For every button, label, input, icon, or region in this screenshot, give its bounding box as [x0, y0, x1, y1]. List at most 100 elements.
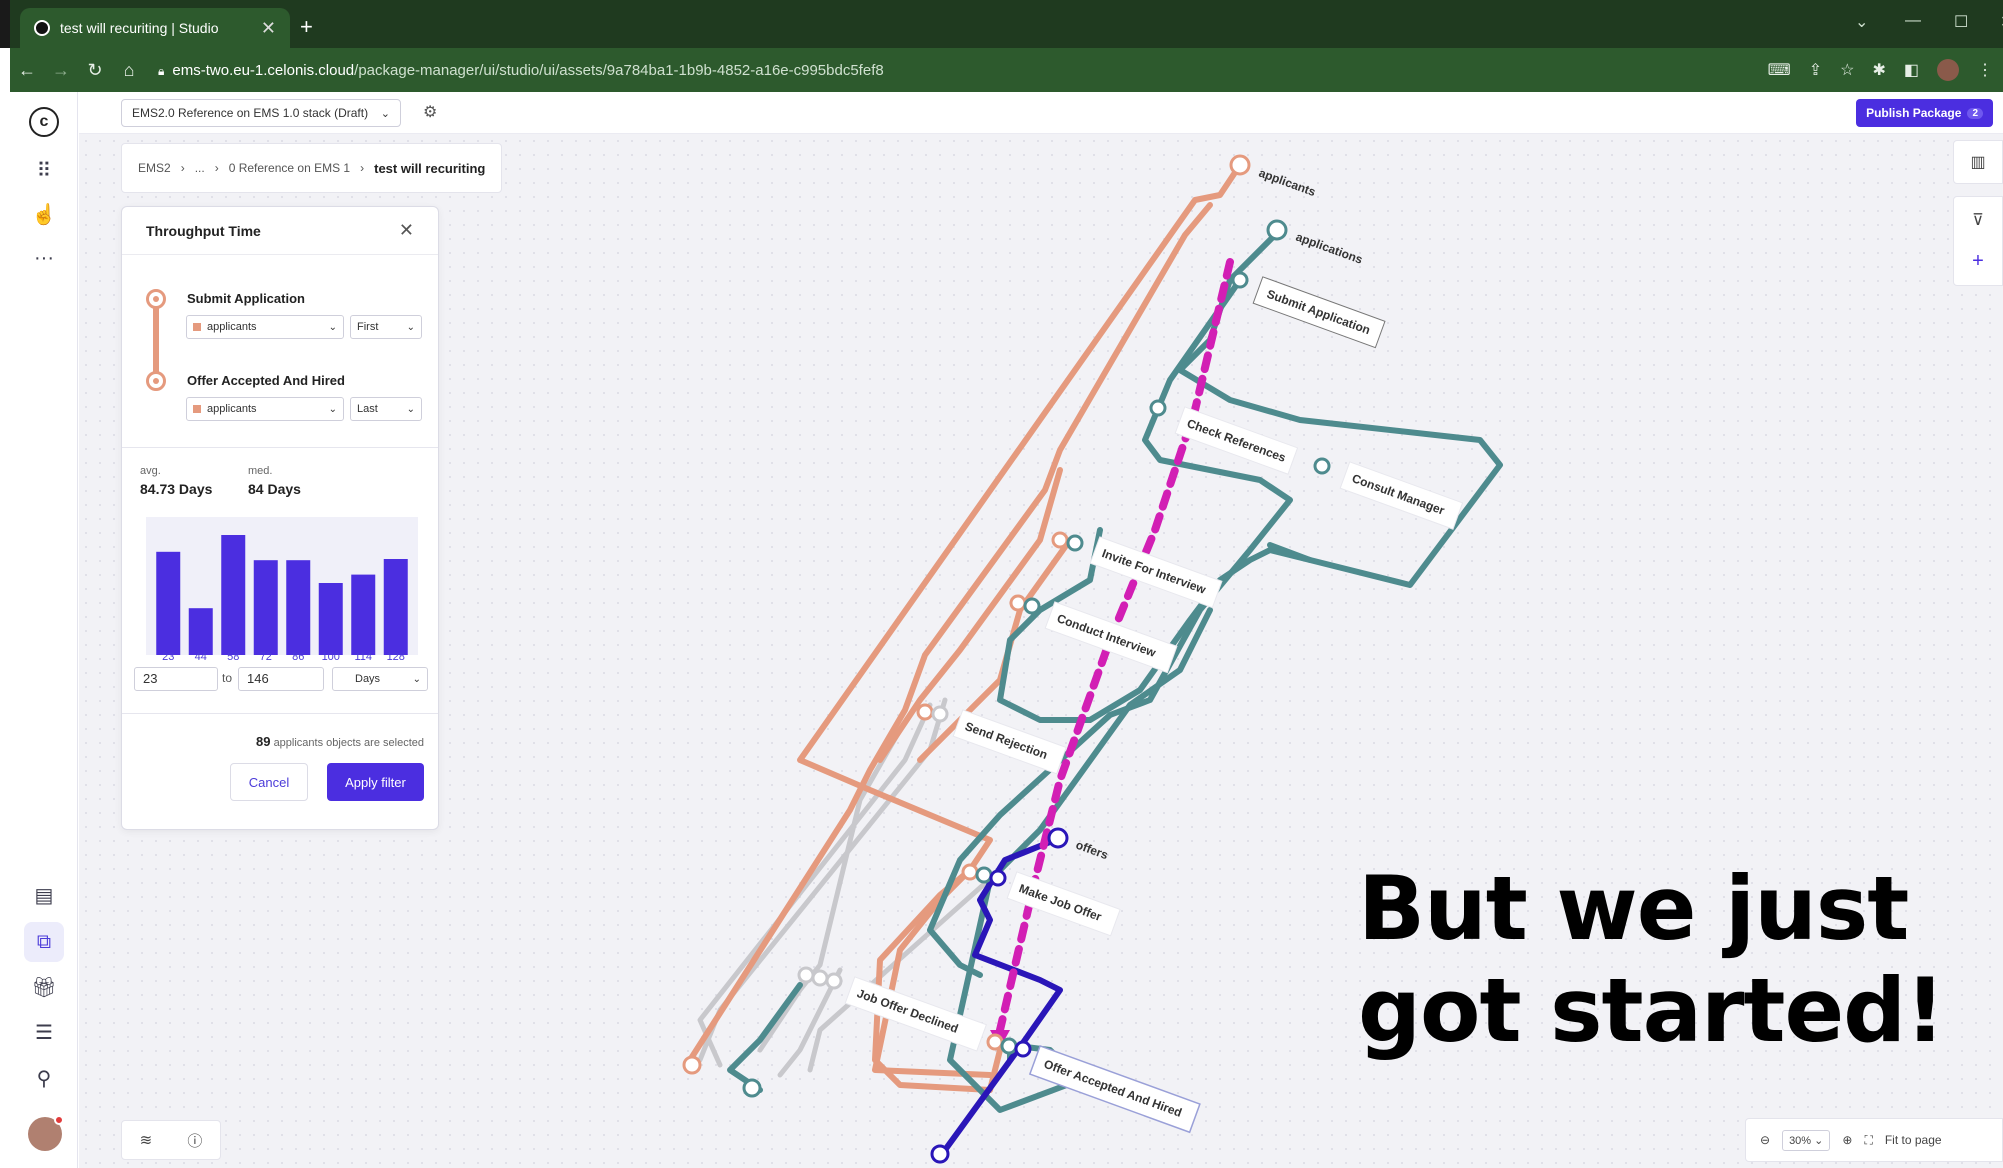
unit-value: Days — [355, 673, 381, 685]
panel-header: Throughput Time ✕ — [122, 207, 438, 255]
throughput-time-panel: Throughput Time ✕ Submit Application app… — [121, 206, 439, 830]
step-connector — [153, 297, 159, 377]
junction-check-refs — [1149, 399, 1167, 417]
start-mode-select[interactable]: First ⌄ — [350, 315, 422, 339]
breadcrumb-separator-icon: › — [360, 161, 365, 175]
end-step-icon — [146, 371, 166, 391]
edge-applications-5 — [727, 982, 803, 1093]
gear-icon[interactable]: ⚙ — [423, 102, 437, 122]
histogram-bar[interactable] — [383, 559, 408, 655]
zoom-out-icon[interactable]: ⊖ — [1760, 1133, 1770, 1147]
range-to-input[interactable]: 146 — [238, 667, 324, 691]
activity-conduct-interview: Conduct Interview — [1044, 601, 1178, 674]
junction-conduct-b — [1023, 597, 1041, 615]
histogram-tick-label: 100 — [321, 651, 340, 663]
range-from-input[interactable]: 23 — [134, 667, 218, 691]
median-caption: med. — [248, 465, 273, 477]
start-object-select[interactable]: applicants ⌄ — [186, 315, 344, 339]
object-label-applicants: applicants — [1257, 166, 1318, 200]
edge-applications-1 — [1177, 227, 1503, 588]
histogram-bar[interactable] — [221, 535, 246, 655]
junction-hired-b — [1000, 1037, 1018, 1055]
selected-count: 89 — [256, 734, 271, 749]
divider — [122, 447, 438, 448]
end-node-offers — [930, 1144, 950, 1164]
zoom-level-select[interactable]: 30% ⌄ — [1782, 1129, 1831, 1151]
junction-submit — [1231, 271, 1249, 289]
end-activity-label: Offer Accepted And Hired — [187, 373, 345, 388]
junction-invite-b — [1066, 534, 1084, 552]
unit-select[interactable]: Days ⌄ — [332, 667, 428, 691]
start-node-applications — [1266, 219, 1288, 241]
breadcrumb-item[interactable]: EMS2 — [138, 161, 171, 175]
junction-consult — [1313, 457, 1331, 475]
end-mode-value: Last — [357, 403, 378, 415]
histogram-tick-label: 58 — [227, 651, 240, 663]
end-object-select[interactable]: applicants ⌄ — [186, 397, 344, 421]
chevron-down-icon: ⌄ — [406, 321, 415, 333]
layers-icon[interactable]: ≋ — [140, 1131, 153, 1149]
selection-summary: 89 applicants objects are selected — [256, 734, 424, 749]
fit-to-page-button[interactable]: Fit to page — [1885, 1133, 1942, 1147]
histogram-bar[interactable] — [188, 608, 213, 655]
median-value: 84 Days — [248, 481, 301, 497]
junction-declined-c — [825, 972, 843, 990]
package-select[interactable]: EMS2.0 Reference on EMS 1.0 stack (Draft… — [121, 99, 401, 127]
object-color-icon — [193, 323, 201, 331]
selected-text: applicants objects are selected — [273, 737, 424, 749]
object-label-offers: offers — [1074, 838, 1110, 863]
breadcrumb: EMS2 › ... › 0 Reference on EMS 1 › test… — [121, 143, 503, 193]
avg-value: 84.73 Days — [140, 481, 213, 497]
histogram-tick-label: 114 — [354, 651, 373, 663]
junction-hired-a — [986, 1033, 1004, 1051]
activity-invite-for-interview: Invite For Interview — [1089, 536, 1223, 609]
histogram-bar[interactable] — [351, 574, 376, 655]
filter-tools: ⊽ + — [1953, 196, 2003, 286]
histogram-tick-label: 23 — [162, 651, 175, 663]
chart-view-icon[interactable]: ▥ — [1953, 140, 2003, 184]
divider — [122, 713, 438, 714]
fit-to-page-icon[interactable]: ⛶ — [1864, 1133, 1872, 1148]
info-icon[interactable]: ⓘ — [187, 1130, 202, 1151]
object-label-applications: applications — [1294, 230, 1365, 267]
histogram-ticks: 23 44 58 72 86 100 114 128 — [146, 651, 418, 665]
publish-package-button[interactable]: Publish Package 2 — [1856, 99, 1993, 127]
zoom-in-icon[interactable]: ⊕ — [1842, 1133, 1852, 1147]
right-toolbar: ▥ ⊽ + — [1953, 140, 2003, 286]
histogram-tick-label: 86 — [292, 651, 305, 663]
junction-invite-a — [1051, 531, 1069, 549]
add-icon[interactable]: + — [1972, 250, 1984, 273]
avg-caption: avg. — [140, 465, 161, 477]
histogram-tick-label: 72 — [259, 651, 272, 663]
breadcrumb-item[interactable]: ... — [195, 161, 205, 175]
filter-icon[interactable]: ⊽ — [1972, 210, 1984, 230]
junction-hired-c — [1014, 1040, 1032, 1058]
start-object-value: applicants — [207, 321, 257, 333]
histogram-tick-label: 128 — [386, 651, 405, 663]
close-icon[interactable]: ✕ — [399, 220, 414, 241]
activity-consult-manager: Consult Manager — [1339, 461, 1464, 530]
breadcrumb-item[interactable]: 0 Reference on EMS 1 — [229, 161, 350, 175]
layer-toolbar: ≋ ⓘ — [121, 1120, 221, 1160]
cancel-button[interactable]: Cancel — [230, 763, 308, 801]
end-node-applicants — [682, 1055, 702, 1075]
overlay-caption: But we just got started! — [1358, 858, 1978, 1062]
zoom-toolbar: ⊖ 30% ⌄ ⊕ ⛶ Fit to page — [1745, 1118, 2003, 1162]
histogram-tick-label: 44 — [194, 651, 207, 663]
histogram-bar[interactable] — [318, 583, 343, 655]
throughput-histogram[interactable] — [146, 517, 418, 655]
junction-rejection-a — [916, 703, 934, 721]
activity-submit-application: Submit Application — [1252, 276, 1386, 349]
histogram-bar[interactable] — [253, 560, 278, 655]
panel-title: Throughput Time — [146, 222, 261, 239]
junction-declined-b — [811, 969, 829, 987]
junction-conduct-a — [1009, 594, 1027, 612]
histogram-bar[interactable] — [286, 560, 311, 655]
histogram-bar[interactable] — [156, 551, 181, 655]
end-mode-select[interactable]: Last ⌄ — [350, 397, 422, 421]
start-node-applicants — [1229, 154, 1251, 176]
junction-offer-c — [989, 869, 1007, 887]
chevron-down-icon: ⌄ — [412, 673, 421, 685]
start-node-offers — [1047, 827, 1069, 849]
apply-filter-button[interactable]: Apply filter — [327, 763, 424, 801]
